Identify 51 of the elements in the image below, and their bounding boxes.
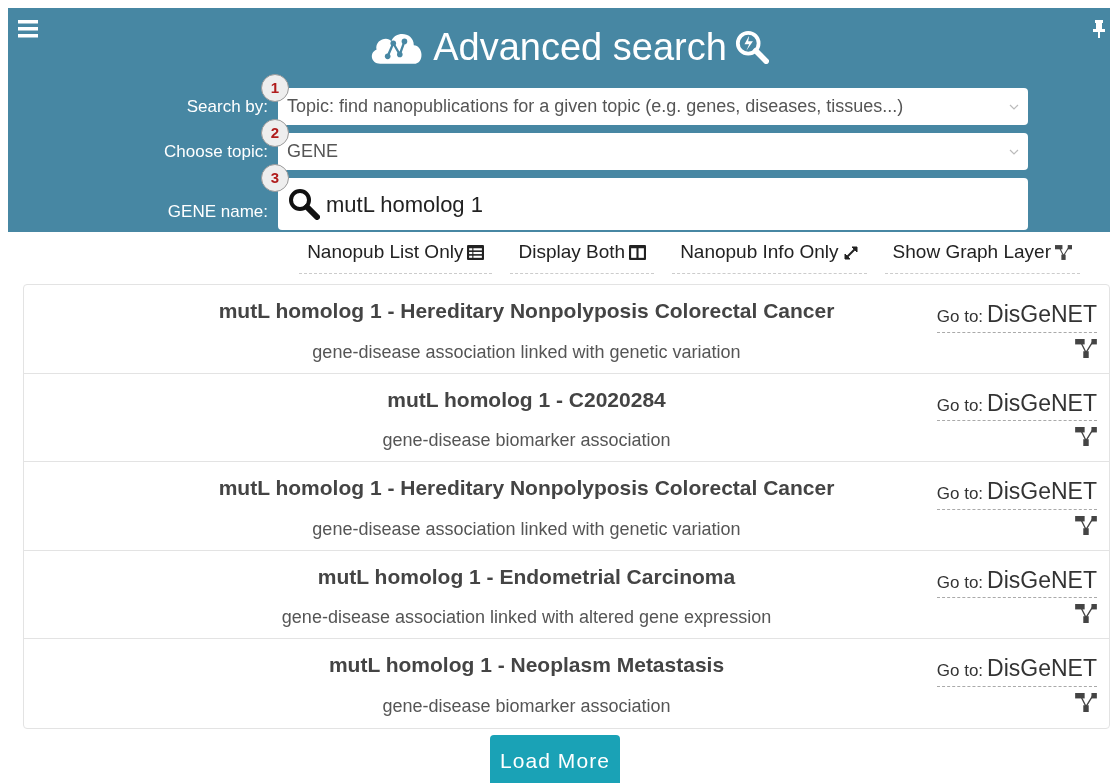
view-mode-button[interactable]: Display Both xyxy=(510,236,655,274)
result-subtitle: gene-disease biomarker association xyxy=(382,429,671,452)
graph-icon[interactable] xyxy=(1075,604,1097,623)
result-row[interactable]: mutL homolog 1 - C2020284 gene-disease biomarker association Go to: DisGeNET xyxy=(24,373,1109,462)
disgenet-link[interactable]: DisGeNET xyxy=(987,385,1097,420)
select-field[interactable]: GENE xyxy=(278,133,1028,170)
goto-label: Go to: xyxy=(936,306,984,328)
goto-label: Go to: xyxy=(936,571,984,594)
graph-icon[interactable] xyxy=(1075,515,1097,535)
step-number-badge: 2 xyxy=(261,119,289,147)
graph-icon[interactable] xyxy=(1075,338,1097,358)
result-title: mutL homolog 1 - Hereditary Nonpolyposis Colorectal Cancer xyxy=(218,298,835,324)
graph-icon[interactable] xyxy=(1075,692,1097,712)
view-mode-button[interactable]: Nanopub List Only xyxy=(299,236,493,274)
graph-icon[interactable] xyxy=(1075,427,1097,446)
result-subtitle: gene-disease association linked with altered gene expression xyxy=(281,606,772,629)
result-row[interactable]: mutL homolog 1 - Hereditary Nonpolyposis Colorectal Cancer gene-disease association linked with genetic variation Go to: DisGeNET xyxy=(24,462,1109,551)
chevron-down-icon xyxy=(1009,103,1019,110)
disgenet-link[interactable]: DisGeNET xyxy=(987,562,1097,597)
search-icon xyxy=(288,188,320,220)
graph-icon[interactable] xyxy=(1055,245,1072,260)
goto-label: Go to: xyxy=(936,660,984,682)
result-title: mutL homolog 1 - Neoplasm Metastasis xyxy=(328,652,725,678)
search-bolt-icon xyxy=(734,30,769,64)
result-row[interactable]: mutL homolog 1 - Endometrial Carcinoma gene-disease association linked with altered gene expression Go to: DisGeNET xyxy=(24,550,1109,639)
result-title: mutL homolog 1 - Endometrial Carcinoma xyxy=(317,563,736,590)
select-field[interactable]: Topic: find nanopublications for a given topic (e.g. genes, diseases, tissues...) xyxy=(278,88,1028,125)
list-icon xyxy=(467,245,485,260)
disgenet-link[interactable]: DisGeNET xyxy=(987,651,1097,686)
menu-icon[interactable] xyxy=(18,20,38,38)
page-title: Advanced search xyxy=(433,28,727,66)
step-number-badge: 3 xyxy=(261,164,289,192)
field-label: GENE name: xyxy=(166,200,269,223)
result-row[interactable]: mutL homolog 1 - Hereditary Nonpolyposis Colorectal Cancer gene-disease association linked with genetic variation Go to: DisGeNET xyxy=(24,285,1109,374)
result-row[interactable]: mutL homolog 1 - Neoplasm Metastasis gene-disease biomarker association Go to: DisGeNET xyxy=(24,639,1109,728)
view-mode-button[interactable]: Show Graph Layer xyxy=(884,236,1080,274)
search-field[interactable]: mutL homolog 1 xyxy=(278,178,1028,230)
goto-label: Go to: xyxy=(936,394,984,417)
pin-icon[interactable] xyxy=(1092,20,1106,38)
result-subtitle: gene-disease biomarker association xyxy=(382,694,671,718)
result-title: mutL homolog 1 - Hereditary Nonpolyposis Colorectal Cancer xyxy=(218,475,835,501)
result-title: mutL homolog 1 - C2020284 xyxy=(387,386,666,413)
expand-icon xyxy=(842,244,859,261)
columns-icon xyxy=(629,245,647,260)
disgenet-link[interactable]: DisGeNET xyxy=(987,297,1097,332)
view-mode-button[interactable]: Nanopub Info Only xyxy=(672,236,867,274)
chevron-down-icon xyxy=(1009,148,1019,155)
result-subtitle: gene-disease association linked with genetic variation xyxy=(312,340,741,364)
disgenet-link[interactable]: DisGeNET xyxy=(987,474,1097,509)
goto-label: Go to: xyxy=(936,483,984,505)
result-subtitle: gene-disease association linked with genetic variation xyxy=(312,517,741,541)
